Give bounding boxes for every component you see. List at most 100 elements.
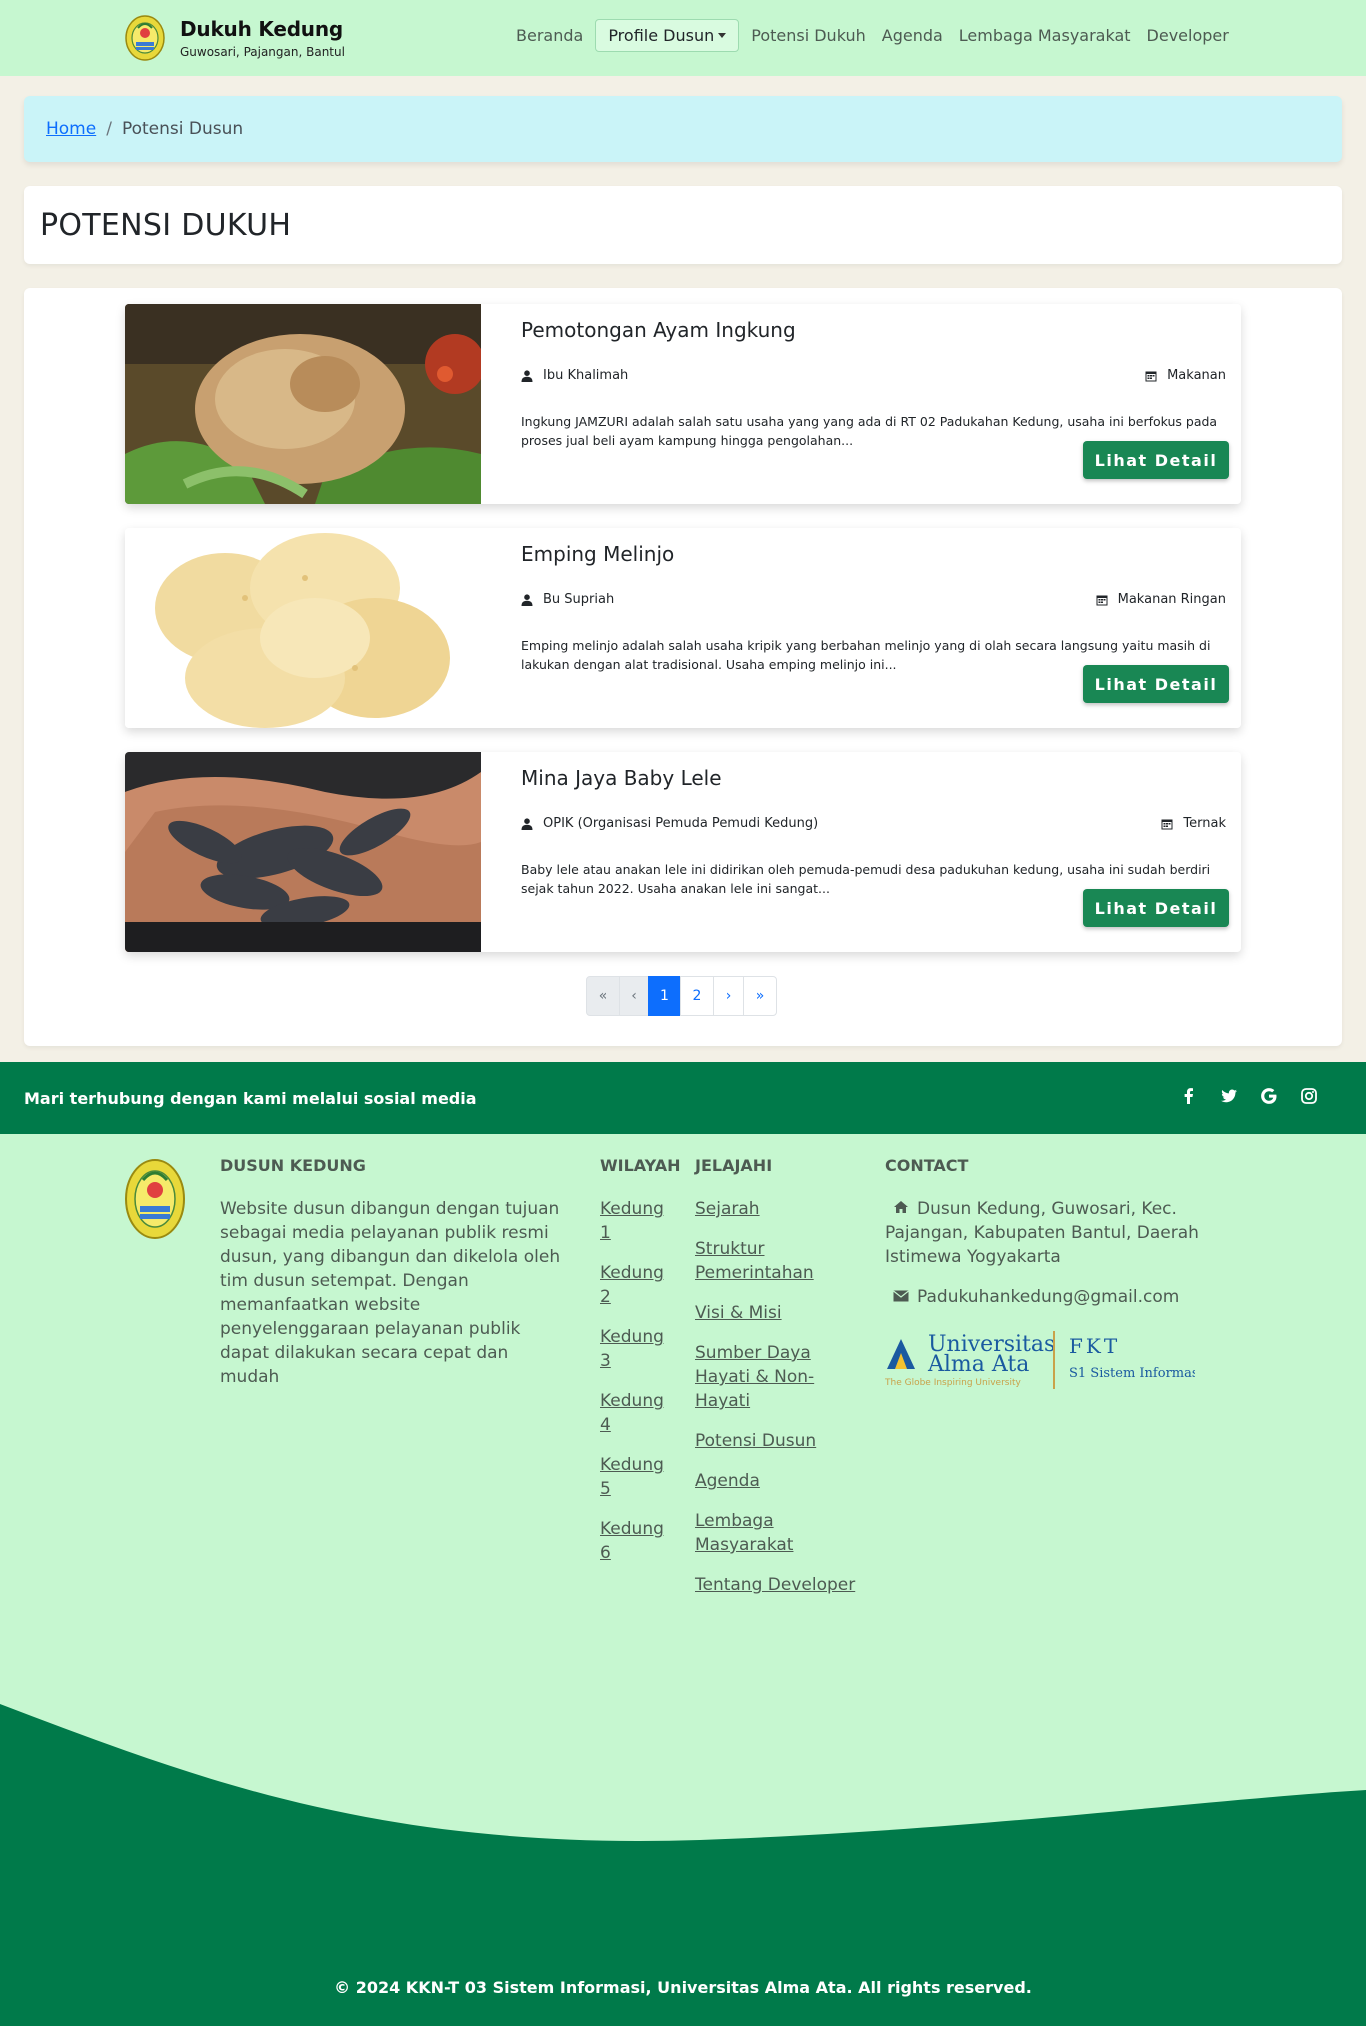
footer-jelajahi: JELAJAHI Sejarah Struktur Pemerintahan V… xyxy=(695,1156,865,1613)
card-title: Emping Melinjo xyxy=(521,542,675,566)
uaa-tagline: The Globe Inspiring University xyxy=(885,1378,1022,1388)
pagination-next[interactable]: › xyxy=(713,976,744,1016)
footer-link-potensi-dusun[interactable]: Potensi Dusun xyxy=(695,1429,865,1453)
footer-wilayah-heading: WILAYAH xyxy=(600,1156,681,1175)
footer-link-developer[interactable]: Tentang Developer xyxy=(695,1573,865,1597)
footer-link-kedung-3[interactable]: Kedung 3 xyxy=(600,1325,680,1373)
page-title: POTENSI DUKUH xyxy=(40,207,292,243)
brand[interactable]: Dukuh Kedung Guwosari, Pajangan, Bantul xyxy=(124,14,345,62)
fkt-label: FKT xyxy=(1069,1334,1120,1358)
pagination-prev[interactable]: ‹ xyxy=(619,976,649,1016)
card-category: Makanan Ringan xyxy=(1117,592,1226,607)
potensi-card: Emping Melinjo Bu Supriah Makanan Ringan… xyxy=(125,528,1241,728)
brand-title: Dukuh Kedung xyxy=(180,17,344,41)
nav-profile-dusun-dropdown[interactable]: Profile Dusun xyxy=(595,19,740,52)
nav-beranda[interactable]: Beranda xyxy=(508,18,591,53)
card-title: Mina Jaya Baby Lele xyxy=(521,766,722,790)
google-icon[interactable] xyxy=(1260,1087,1278,1105)
navbar: Dukuh Kedung Guwosari, Pajangan, Bantul … xyxy=(0,0,1366,76)
caret-down-icon xyxy=(718,33,727,38)
footer-link-sumber-daya[interactable]: Sumber Daya Hayati & Non-Hayati xyxy=(695,1341,865,1413)
copyright: © 2024 KKN-T 03 Sistem Informasi, Univer… xyxy=(334,1978,1032,1997)
footer-link-kedung-2[interactable]: Kedung 2 xyxy=(600,1261,680,1309)
pagination-page-1[interactable]: 1 xyxy=(648,976,681,1016)
lihat-detail-button[interactable]: Lihat Detail xyxy=(1083,441,1229,479)
calendar-icon xyxy=(1096,595,1108,605)
footer-email-text[interactable]: Padukuhankedung@gmail.com xyxy=(917,1287,1179,1307)
page-title-box: POTENSI DUKUH xyxy=(24,186,1342,264)
uaa-line2: Alma Ata xyxy=(927,1352,1029,1377)
footer-wave xyxy=(0,1704,1366,2026)
village-emblem-logo xyxy=(125,1159,185,1239)
nav-potensi-dukuh[interactable]: Potensi Dukuh xyxy=(743,18,874,53)
footer-link-kedung-4[interactable]: Kedung 4 xyxy=(600,1389,680,1437)
footer-link-agenda[interactable]: Agenda xyxy=(695,1469,865,1493)
breadcrumb: Home / Potensi Dusun xyxy=(24,96,1342,162)
roast-chicken-photo xyxy=(125,304,481,504)
user-icon xyxy=(521,369,533,382)
facebook-icon[interactable] xyxy=(1180,1087,1198,1105)
potensi-card: Pemotongan Ayam Ingkung Ibu Khalimah Mak… xyxy=(125,304,1241,504)
potensi-list: Pemotongan Ayam Ingkung Ibu Khalimah Mak… xyxy=(24,288,1342,1046)
calendar-icon xyxy=(1145,371,1157,381)
footer-about-text: Website dusun dibangun dengan tujuan seb… xyxy=(220,1199,561,1387)
footer-wilayah: WILAYAH Kedung 1 Kedung 2 Kedung 3 Kedun… xyxy=(600,1156,680,1581)
lihat-detail-button[interactable]: Lihat Detail xyxy=(1083,665,1229,703)
breadcrumb-separator: / xyxy=(106,119,112,139)
card-owner: OPIK (Organisasi Pemuda Pemudi Kedung) xyxy=(543,816,819,831)
footer-link-struktur[interactable]: Struktur Pemerintahan xyxy=(695,1237,865,1285)
pagination: « ‹ 1 2 › » xyxy=(586,976,777,1016)
calendar-icon xyxy=(1161,819,1173,829)
twitter-icon[interactable] xyxy=(1220,1087,1238,1105)
nav-agenda[interactable]: Agenda xyxy=(874,18,951,53)
footer-link-kedung-5[interactable]: Kedung 5 xyxy=(600,1453,680,1501)
footer-link-visi-misi[interactable]: Visi & Misi xyxy=(695,1301,865,1325)
social-text: Mari terhubung dengan kami melalui sosia… xyxy=(24,1088,477,1108)
baby-catfish-photo xyxy=(125,752,481,952)
footer-link-kedung-6[interactable]: Kedung 6 xyxy=(600,1517,680,1565)
pagination-first[interactable]: « xyxy=(586,976,620,1016)
footer-about: DUSUN KEDUNG Website dusun dibangun deng… xyxy=(220,1156,570,1389)
village-emblem-logo xyxy=(125,15,165,61)
brand-subtitle: Guwosari, Pajangan, Bantul xyxy=(180,45,345,59)
card-meta: Bu Supriah Makanan Ringan xyxy=(521,592,1226,607)
footer-jelajahi-heading: JELAJAHI xyxy=(695,1156,773,1175)
card-title: Pemotongan Ayam Ingkung xyxy=(521,318,796,342)
potensi-card: Mina Jaya Baby Lele OPIK (Organisasi Pem… xyxy=(125,752,1241,952)
main-nav: Beranda Profile Dusun Potensi Dukuh Agen… xyxy=(508,18,1237,53)
breadcrumb-home-link[interactable]: Home xyxy=(46,119,96,139)
footer-address-text: Dusun Kedung, Guwosari, Kec. Pajangan, K… xyxy=(885,1199,1199,1267)
footer-link-lembaga[interactable]: Lembaga Masyarakat xyxy=(695,1509,865,1557)
user-icon xyxy=(521,817,533,830)
breadcrumb-current: Potensi Dusun xyxy=(121,119,244,139)
pagination-page-2[interactable]: 2 xyxy=(680,976,714,1016)
card-category: Makanan xyxy=(1167,368,1226,383)
nav-lembaga-masyarakat[interactable]: Lembaga Masyarakat xyxy=(951,18,1139,53)
card-meta: Ibu Khalimah Makanan xyxy=(521,368,1226,383)
footer-contact: CONTACT Dusun Kedung, Guwosari, Kec. Paj… xyxy=(884,1156,1205,1395)
footer-address: Dusun Kedung, Guwosari, Kec. Pajangan, K… xyxy=(885,1197,1205,1269)
fkt-sub-label: S1 Sistem Informasi xyxy=(1069,1366,1195,1381)
card-category: Ternak xyxy=(1183,816,1226,831)
nav-profile-dusun-label: Profile Dusun xyxy=(608,26,715,45)
card-owner: Bu Supriah xyxy=(543,592,615,607)
social-icons xyxy=(1180,1087,1340,1105)
envelope-icon xyxy=(893,1290,909,1302)
nav-developer[interactable]: Developer xyxy=(1139,18,1237,53)
footer-contact-heading: CONTACT xyxy=(885,1156,969,1175)
emping-chips-photo xyxy=(125,528,481,728)
footer-email: Padukuhankedung@gmail.com xyxy=(885,1285,1205,1309)
lihat-detail-button[interactable]: Lihat Detail xyxy=(1083,889,1229,927)
instagram-icon[interactable] xyxy=(1300,1087,1318,1105)
home-icon xyxy=(894,1201,908,1213)
card-owner: Ibu Khalimah xyxy=(543,368,629,383)
footer-link-kedung-1[interactable]: Kedung 1 xyxy=(600,1197,680,1245)
footer: DUSUN KEDUNG Website dusun dibangun deng… xyxy=(0,1134,1366,2026)
pagination-last[interactable]: » xyxy=(743,976,777,1016)
universitas-alma-ata-logo: Universitas Alma Ata The Globe Inspiring… xyxy=(884,1331,1203,1389)
footer-link-sejarah[interactable]: Sejarah xyxy=(695,1197,865,1221)
user-icon xyxy=(521,593,533,606)
footer-about-heading: DUSUN KEDUNG xyxy=(220,1156,366,1175)
social-bar: Mari terhubung dengan kami melalui sosia… xyxy=(0,1062,1366,1134)
card-meta: OPIK (Organisasi Pemuda Pemudi Kedung) T… xyxy=(521,816,1226,831)
